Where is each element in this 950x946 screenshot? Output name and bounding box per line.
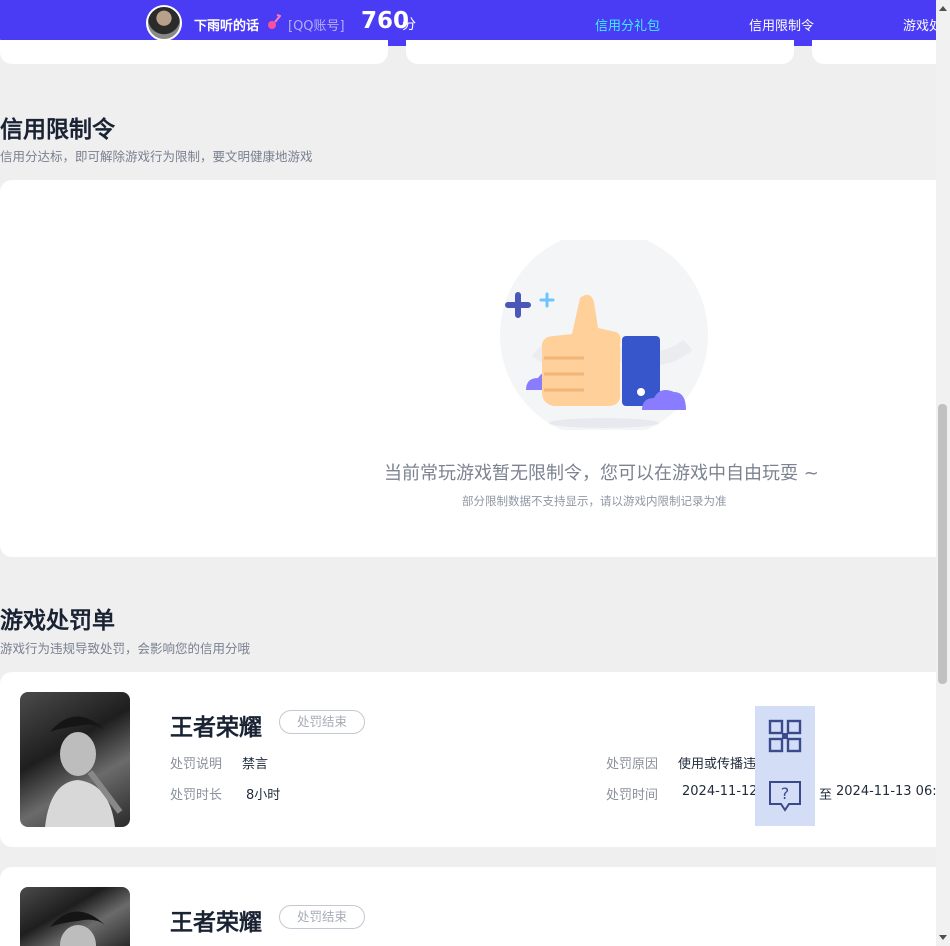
gift-card-bottom bbox=[812, 40, 936, 64]
penalty-desc-label: 处罚说明 bbox=[170, 757, 223, 772]
nickname: 下雨听的话 bbox=[194, 19, 260, 34]
restrictions-subtitle: 信用分达标，即可解除游戏行为限制，要文明健康地游戏 bbox=[0, 149, 313, 164]
tab-credit-restrictions[interactable]: 信用限制令 bbox=[749, 15, 814, 34]
status-badge: 处罚结束 bbox=[279, 905, 365, 929]
restrictions-card: 当前常玩游戏暂无限制令，您可以在游戏中自由玩耍 ~ 部分限制数据不支持显示，请以… bbox=[0, 180, 936, 557]
game-thumbnail bbox=[20, 887, 130, 946]
empty-state-message: 当前常玩游戏暂无限制令，您可以在游戏中自由玩耍 ~ bbox=[384, 463, 819, 484]
help-chat-icon: ? bbox=[769, 781, 801, 812]
penalty-desc-value: 禁言 bbox=[242, 757, 269, 772]
penalty-card: 王者荣耀 处罚结束 bbox=[0, 867, 936, 946]
scrollbar-thumb[interactable] bbox=[938, 404, 947, 684]
game-name: 王者荣耀 bbox=[170, 715, 262, 741]
penalties-subtitle: 游戏行为违规导致处罚，会影响您的信用分哦 bbox=[0, 641, 251, 656]
hero-portrait-icon bbox=[50, 911, 105, 946]
credit-score-unit: 分 bbox=[402, 17, 416, 33]
avatar[interactable] bbox=[146, 5, 182, 41]
thumbs-up-illustration bbox=[500, 240, 708, 430]
floating-actions: ? bbox=[755, 706, 815, 826]
hero-portrait-icon bbox=[45, 716, 123, 827]
penalty-time-start: 2024-11-12 bbox=[682, 784, 755, 799]
account-type: [QQ账号] bbox=[288, 19, 345, 34]
penalty-time-label: 处罚时间 bbox=[606, 788, 659, 803]
tab-game-penalties[interactable]: 游戏处罚单 bbox=[903, 15, 936, 34]
status-badge: 处罚结束 bbox=[279, 710, 365, 734]
scroll-up-arrow-icon[interactable] bbox=[936, 0, 950, 17]
qr-code-button[interactable] bbox=[755, 706, 815, 766]
penalty-duration-value: 8小时 bbox=[246, 788, 281, 803]
penalty-reason-label: 处罚原因 bbox=[606, 757, 659, 772]
penalties-title: 游戏处罚单 bbox=[0, 608, 115, 634]
qr-code-icon bbox=[768, 719, 802, 753]
game-thumbnail bbox=[20, 692, 130, 827]
restrictions-title: 信用限制令 bbox=[0, 117, 115, 143]
help-button[interactable]: ? bbox=[755, 766, 815, 826]
penalty-time-end: 2024-11-13 06:3 bbox=[836, 784, 936, 799]
game-name: 王者荣耀 bbox=[170, 910, 262, 936]
penalty-duration-label: 处罚时长 bbox=[170, 788, 223, 803]
guitar-icon bbox=[268, 14, 281, 29]
empty-state-note: 部分限制数据不支持显示，请以游戏内限制记录为准 bbox=[462, 494, 727, 508]
gift-card-bottom bbox=[406, 40, 794, 64]
vertical-scrollbar[interactable] bbox=[936, 0, 950, 946]
gift-card-bottom bbox=[0, 40, 388, 64]
scroll-down-arrow-icon[interactable] bbox=[936, 929, 950, 946]
penalty-reason-value: 使用或传播违 bbox=[678, 757, 755, 772]
tab-credit-gift[interactable]: 信用分礼包 bbox=[595, 15, 660, 34]
help-glyph: ? bbox=[781, 784, 790, 803]
penalty-time-separator: 至 bbox=[819, 788, 833, 803]
